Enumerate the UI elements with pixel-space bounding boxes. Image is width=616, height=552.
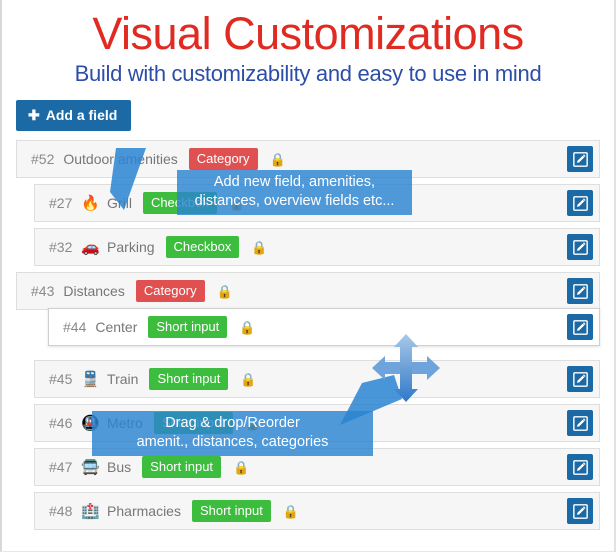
field-type-badge: Short input — [148, 316, 227, 338]
field-type-badge: Short input — [192, 500, 271, 522]
field-emoji-icon: 🚗 — [81, 240, 100, 255]
field-row[interactable]: #48 🏥 Pharmacies Short input 🔒 — [34, 492, 600, 530]
field-id: #32 — [49, 239, 72, 255]
field-id: #46 — [49, 415, 72, 431]
field-label: Parking — [107, 239, 154, 255]
field-id: #27 — [49, 195, 72, 211]
lock-icon: 🔒 — [233, 461, 249, 474]
app-page: Visual Customizations Build with customi… — [0, 0, 616, 552]
edit-field-button[interactable] — [567, 278, 593, 304]
add-a-field-button[interactable]: ✚ Add a field — [16, 100, 131, 131]
field-label: Center — [95, 319, 137, 335]
drag-drop-tooltip: Drag & drop/Reorder amenit., distances, … — [92, 411, 373, 456]
edit-icon — [573, 460, 588, 475]
page-title: Visual Customizations — [2, 9, 614, 59]
edit-field-button[interactable] — [567, 234, 593, 260]
field-type-badge: Short input — [149, 368, 228, 390]
edit-icon — [573, 372, 588, 387]
field-type-badge: Category — [136, 280, 205, 302]
field-id: #44 — [63, 319, 86, 335]
field-label: Bus — [107, 459, 131, 475]
edit-field-button[interactable] — [567, 146, 593, 172]
field-type-badge: Category — [189, 148, 258, 170]
field-label: Pharmacies — [107, 503, 181, 519]
edit-icon — [573, 240, 588, 255]
edit-field-button[interactable] — [567, 190, 593, 216]
field-emoji-icon: 🚍 — [81, 460, 100, 475]
field-label: Train — [107, 371, 138, 387]
field-id: #52 — [31, 151, 54, 167]
field-row[interactable]: #43 Distances Category 🔒 — [16, 272, 600, 310]
add-a-field-label: Add a field — [46, 108, 118, 122]
edit-field-button[interactable] — [567, 454, 593, 480]
lock-icon: 🔒 — [217, 285, 233, 298]
field-row[interactable]: #44 Center Short input 🔒 — [48, 308, 600, 346]
page-subtitle: Build with customizability and easy to u… — [2, 60, 614, 88]
field-emoji-icon: 🚆 — [81, 372, 100, 387]
field-type-badge: Checkbox — [166, 236, 240, 258]
field-id: #47 — [49, 459, 72, 475]
edit-icon — [573, 152, 588, 167]
edit-icon — [573, 504, 588, 519]
toolbar: ✚ Add a field — [2, 88, 614, 131]
field-emoji-icon: 🏥 — [81, 504, 100, 519]
edit-field-button[interactable] — [567, 498, 593, 524]
edit-icon — [573, 320, 588, 335]
lock-icon: 🔒 — [283, 505, 299, 518]
add-field-tooltip-tail — [94, 148, 164, 210]
edit-icon — [573, 284, 588, 299]
edit-icon — [573, 416, 588, 431]
page-header: Visual Customizations Build with customi… — [2, 0, 614, 88]
edit-field-button[interactable] — [567, 410, 593, 436]
edit-icon — [573, 196, 588, 211]
field-id: #43 — [31, 283, 54, 299]
field-row[interactable]: #45 🚆 Train Short input 🔒 — [34, 360, 600, 398]
field-label: Distances — [63, 283, 124, 299]
plus-icon: ✚ — [28, 108, 40, 122]
lock-icon: 🔒 — [240, 373, 256, 386]
lock-icon: 🔒 — [239, 321, 255, 334]
lock-icon: 🔒 — [251, 241, 267, 254]
lock-icon: 🔒 — [270, 153, 286, 166]
edit-field-button[interactable] — [567, 314, 593, 340]
edit-field-button[interactable] — [567, 366, 593, 392]
field-type-badge: Short input — [142, 456, 221, 478]
field-id: #48 — [49, 503, 72, 519]
field-id: #45 — [49, 371, 72, 387]
add-field-tooltip: Add new field, amenities, distances, ove… — [177, 170, 412, 215]
field-row[interactable]: #32 🚗 Parking Checkbox 🔒 — [34, 228, 600, 266]
